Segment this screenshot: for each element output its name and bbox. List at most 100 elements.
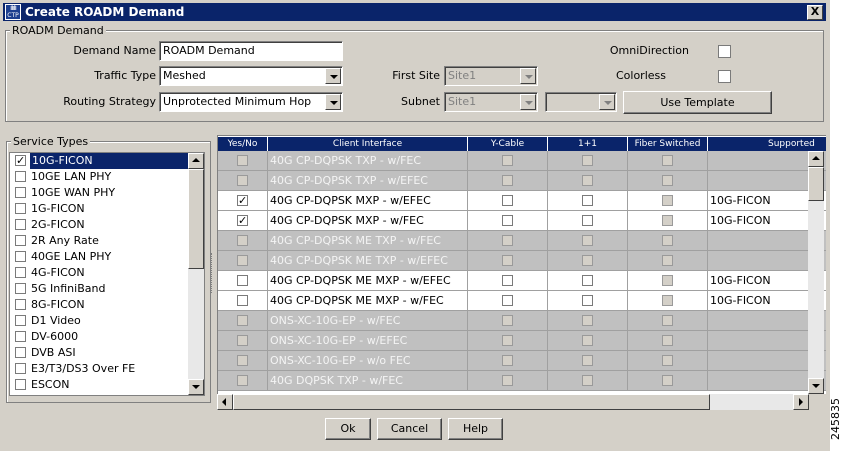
client-interface-cell: 40G CP-DQPSK TXP - w/EFEC: [268, 171, 468, 191]
table-row[interactable]: 40G CP-DQPSK TXP - w/EFEC: [218, 171, 826, 191]
one-plus-one-checkbox[interactable]: [582, 275, 593, 286]
table-row[interactable]: 40G CP-DQPSK ME MXP - w/EFEC 10G-FICON: [218, 271, 826, 291]
y-cable-checkbox[interactable]: [502, 215, 513, 226]
colorless-checkbox[interactable]: [718, 70, 731, 83]
y-cable-checkbox[interactable]: [502, 195, 513, 206]
service-type-checkbox[interactable]: [15, 187, 26, 198]
first-site-select[interactable]: Site1: [444, 66, 538, 86]
service-type-checkbox[interactable]: [15, 171, 26, 182]
ok-button[interactable]: Ok: [325, 418, 371, 440]
header-supported[interactable]: Supported: [708, 137, 826, 151]
service-type-checkbox[interactable]: [15, 267, 26, 278]
splitter-handle[interactable]: [211, 253, 215, 293]
service-type-item[interactable]: 40GE LAN PHY: [10, 249, 190, 265]
table-row[interactable]: 40G DQPSK TXP - w/FEC: [218, 371, 826, 391]
table-row[interactable]: 40G CP-DQPSK ME MXP - w/FEC 10G-FICON: [218, 291, 826, 311]
service-type-item[interactable]: ESCON: [10, 377, 190, 393]
first-site-dropdown-button[interactable]: [520, 68, 536, 84]
one-plus-one-cell: [548, 271, 628, 291]
service-type-item[interactable]: 5G InfiniBand: [10, 281, 190, 297]
service-type-item[interactable]: E3/T3/DS3 Over FE: [10, 361, 190, 377]
service-type-item[interactable]: D1 Video: [10, 313, 190, 329]
service-type-checkbox[interactable]: [15, 283, 26, 294]
service-type-checkbox[interactable]: [15, 331, 26, 342]
table-row[interactable]: ONS-XC-10G-EP - w/EFEC: [218, 331, 826, 351]
table-row[interactable]: ✓ 40G CP-DQPSK MXP - w/FEC 10G-FICON: [218, 211, 826, 231]
service-type-checkbox[interactable]: [15, 379, 26, 390]
yes-no-checkbox: [237, 355, 248, 366]
subnet-dropdown-button[interactable]: [520, 94, 536, 110]
table-scroll-down-button[interactable]: [808, 378, 824, 394]
y-cable-checkbox: [502, 375, 513, 386]
table-row[interactable]: 40G CP-DQPSK TXP - w/FEC: [218, 151, 826, 171]
yes-no-checkbox[interactable]: [237, 295, 248, 306]
yes-no-checkbox[interactable]: [237, 275, 248, 286]
traffic-type-select[interactable]: Meshed: [159, 66, 343, 86]
service-type-checkbox[interactable]: [15, 235, 26, 246]
header-client-interface[interactable]: Client Interface: [268, 137, 468, 151]
subnet-extra-dropdown-button[interactable]: [599, 94, 615, 110]
header-fiber-switched[interactable]: Fiber Switched: [628, 137, 708, 151]
y-cable-checkbox[interactable]: [502, 275, 513, 286]
fiber-switched-checkbox[interactable]: [662, 275, 673, 286]
service-type-checkbox[interactable]: [15, 219, 26, 230]
service-type-item[interactable]: ✓ 10G-FICON: [10, 153, 190, 169]
table-hscroll-thumb[interactable]: [233, 394, 710, 410]
fiber-switched-checkbox[interactable]: [662, 295, 673, 306]
help-button[interactable]: Help: [448, 418, 503, 440]
close-button[interactable]: X: [807, 5, 823, 20]
service-type-checkbox[interactable]: [15, 315, 26, 326]
routing-strategy-select[interactable]: Unprotected Minimum Hop: [159, 92, 343, 112]
service-list-scrollbar[interactable]: [188, 153, 204, 395]
fiber-switched-checkbox[interactable]: [662, 215, 673, 226]
header-1plus1[interactable]: 1+1: [548, 137, 628, 151]
header-yes-no[interactable]: Yes/No: [218, 137, 268, 151]
one-plus-one-checkbox[interactable]: [582, 195, 593, 206]
title-bar[interactable]: ılıılı CTP Create ROADM Demand X: [3, 3, 826, 21]
service-type-item[interactable]: DV-6000: [10, 329, 190, 345]
scroll-down-button[interactable]: [188, 379, 204, 395]
service-type-checkbox[interactable]: [15, 251, 26, 262]
table-scroll-right-button[interactable]: [793, 394, 809, 410]
service-type-item[interactable]: 10GE WAN PHY: [10, 185, 190, 201]
table-scroll-thumb[interactable]: [808, 167, 824, 201]
cancel-button[interactable]: Cancel: [377, 418, 442, 440]
table-row[interactable]: ONS-XC-10G-EP - w/FEC: [218, 311, 826, 331]
routing-strategy-dropdown-button[interactable]: [325, 94, 341, 110]
one-plus-one-checkbox[interactable]: [582, 295, 593, 306]
table-row[interactable]: ✓ 40G CP-DQPSK MXP - w/EFEC 10G-FICON: [218, 191, 826, 211]
service-type-item[interactable]: 2G-FICON: [10, 217, 190, 233]
subnet-extra-select[interactable]: [545, 92, 617, 112]
table-row[interactable]: 40G CP-DQPSK ME TXP - w/FEC: [218, 231, 826, 251]
table-horizontal-scrollbar[interactable]: [217, 394, 809, 410]
y-cable-checkbox[interactable]: [502, 295, 513, 306]
service-type-checkbox[interactable]: [15, 203, 26, 214]
table-row[interactable]: 40G CP-DQPSK ME TXP - w/EFEC: [218, 251, 826, 271]
use-template-button[interactable]: Use Template: [623, 91, 772, 114]
subnet-select[interactable]: Site1: [444, 92, 538, 112]
service-type-checkbox[interactable]: [15, 299, 26, 310]
demand-name-input[interactable]: ROADM Demand: [159, 41, 343, 61]
service-type-checkbox[interactable]: ✓: [15, 155, 26, 166]
table-row[interactable]: ONS-XC-10G-EP - w/o FEC: [218, 351, 826, 371]
table-scroll-up-button[interactable]: [808, 151, 824, 167]
traffic-type-dropdown-button[interactable]: [325, 68, 341, 84]
service-type-checkbox[interactable]: [15, 347, 26, 358]
yes-no-checkbox[interactable]: ✓: [237, 215, 248, 226]
header-y-cable[interactable]: Y-Cable: [468, 137, 548, 151]
table-vertical-scrollbar[interactable]: [808, 151, 824, 394]
service-type-item[interactable]: 1G-FICON: [10, 201, 190, 217]
scroll-up-button[interactable]: [188, 153, 204, 169]
yes-no-checkbox[interactable]: ✓: [237, 195, 248, 206]
service-type-item[interactable]: DVB ASI: [10, 345, 190, 361]
table-scroll-left-button[interactable]: [217, 394, 233, 410]
service-type-item[interactable]: 4G-FICON: [10, 265, 190, 281]
service-type-item[interactable]: 8G-FICON: [10, 297, 190, 313]
service-type-checkbox[interactable]: [15, 363, 26, 374]
omnidirection-checkbox[interactable]: [718, 45, 731, 58]
service-type-item[interactable]: 10GE LAN PHY: [10, 169, 190, 185]
fiber-switched-checkbox[interactable]: [662, 195, 673, 206]
one-plus-one-checkbox[interactable]: [582, 215, 593, 226]
scroll-thumb[interactable]: [188, 169, 204, 269]
service-type-item[interactable]: 2R Any Rate: [10, 233, 190, 249]
